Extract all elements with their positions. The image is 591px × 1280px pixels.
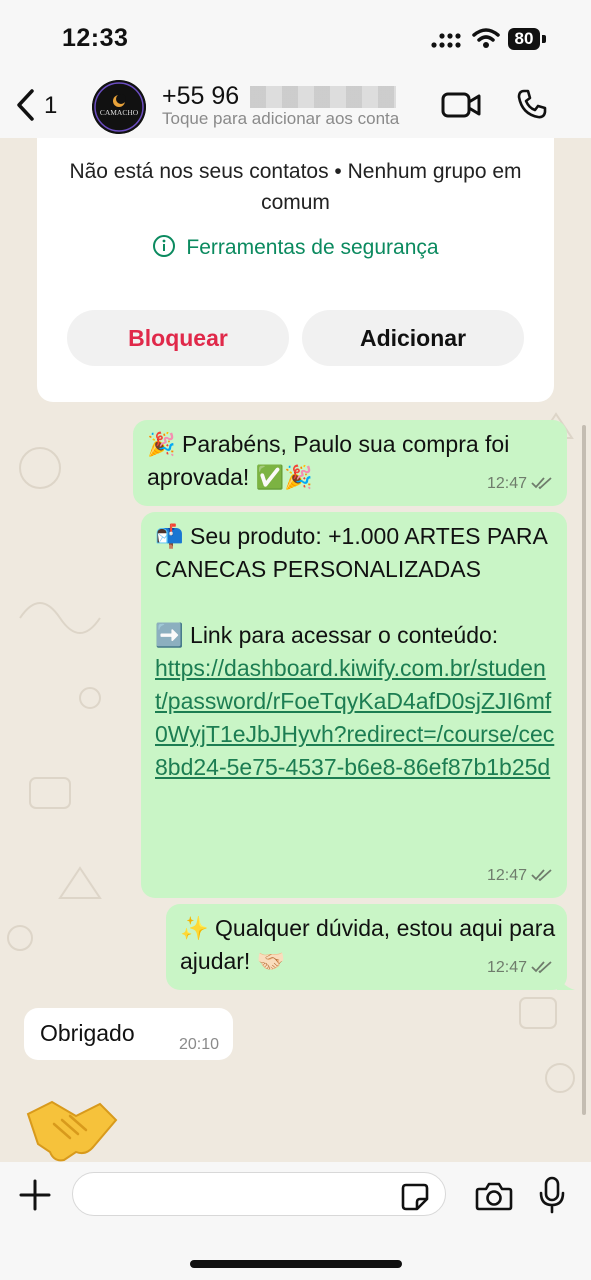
contact-name[interactable]: +55 96 xyxy=(162,82,239,111)
avatar[interactable]: CAMACHO xyxy=(92,80,146,134)
double-check-icon xyxy=(531,961,552,974)
message-text: 📬 Seu produto: +1.000 ARTES PARA CANECAS… xyxy=(155,520,557,784)
camera-icon[interactable] xyxy=(475,1180,513,1212)
message-link[interactable]: https://dashboard.kiwify.com.br/student/… xyxy=(155,655,554,780)
double-check-icon xyxy=(531,869,552,882)
block-button[interactable]: Bloquear xyxy=(67,310,289,366)
double-check-icon xyxy=(531,477,552,490)
battery-icon: 80 xyxy=(508,28,540,50)
not-in-contacts-notice: Não está nos seus contatos • Nenhum grup… xyxy=(69,160,522,214)
composer-bar xyxy=(0,1162,591,1280)
message-meta: 12:47 xyxy=(487,467,553,500)
safety-tools-label: Ferramentas de segurança xyxy=(186,236,439,259)
message-intro: 📬 Seu produto: +1.000 ARTES PARA CANECAS… xyxy=(155,523,547,648)
message-meta: 12:47 xyxy=(487,859,553,892)
sticker-icon[interactable] xyxy=(400,1182,430,1212)
microphone-icon[interactable] xyxy=(538,1176,566,1214)
battery-tip xyxy=(542,35,546,43)
bubble-tail xyxy=(557,972,575,990)
message-bubble-outgoing[interactable]: 🎉 Parabéns, Paulo sua compra foi aprovad… xyxy=(133,420,567,506)
message-meta: 12:47 xyxy=(487,951,553,984)
status-time: 12:33 xyxy=(62,24,129,52)
add-contact-button[interactable]: Adicionar xyxy=(302,310,524,366)
plus-icon[interactable] xyxy=(18,1178,52,1212)
handshake-sticker[interactable] xyxy=(24,1094,120,1164)
message-time: 20:10 xyxy=(178,1036,219,1053)
message-time: 12:47 xyxy=(486,867,527,884)
message-time: 12:47 xyxy=(486,475,527,492)
redacted-number xyxy=(250,86,396,108)
signal-icon xyxy=(431,33,461,48)
scrollbar[interactable] xyxy=(582,425,586,1115)
home-indicator[interactable] xyxy=(190,1260,402,1268)
contact-subtitle[interactable]: Toque para adicionar aos conta xyxy=(162,109,430,129)
message-bubble-incoming[interactable]: Obrigado 20:10 xyxy=(24,1008,233,1060)
message-text: Obrigado xyxy=(40,1020,135,1046)
video-call-icon[interactable] xyxy=(441,92,481,118)
info-icon xyxy=(153,235,176,257)
chevron-left-icon[interactable] xyxy=(14,88,36,122)
safety-tools-link[interactable]: Ferramentas de segurança xyxy=(37,234,554,260)
svg-text:CAMACHO: CAMACHO xyxy=(100,108,139,117)
back-unread-count[interactable]: 1 xyxy=(44,92,57,120)
phone-icon[interactable] xyxy=(516,88,548,120)
unknown-contact-card: Não está nos seus contatos • Nenhum grup… xyxy=(37,138,554,402)
message-bubble-outgoing[interactable]: 📬 Seu produto: +1.000 ARTES PARA CANECAS… xyxy=(141,512,567,898)
avatar-logo: CAMACHO xyxy=(92,80,146,134)
wifi-icon xyxy=(472,28,500,48)
chat-header: 1 CAMACHO +55 96 Toque para adicionar ao… xyxy=(0,78,591,138)
message-time: 12:47 xyxy=(486,959,527,976)
message-input[interactable] xyxy=(72,1172,446,1216)
status-bar: 12:33 80 xyxy=(0,0,591,78)
message-bubble-outgoing[interactable]: ✨ Qualquer dúvida, estou aqui para ajuda… xyxy=(166,904,575,990)
